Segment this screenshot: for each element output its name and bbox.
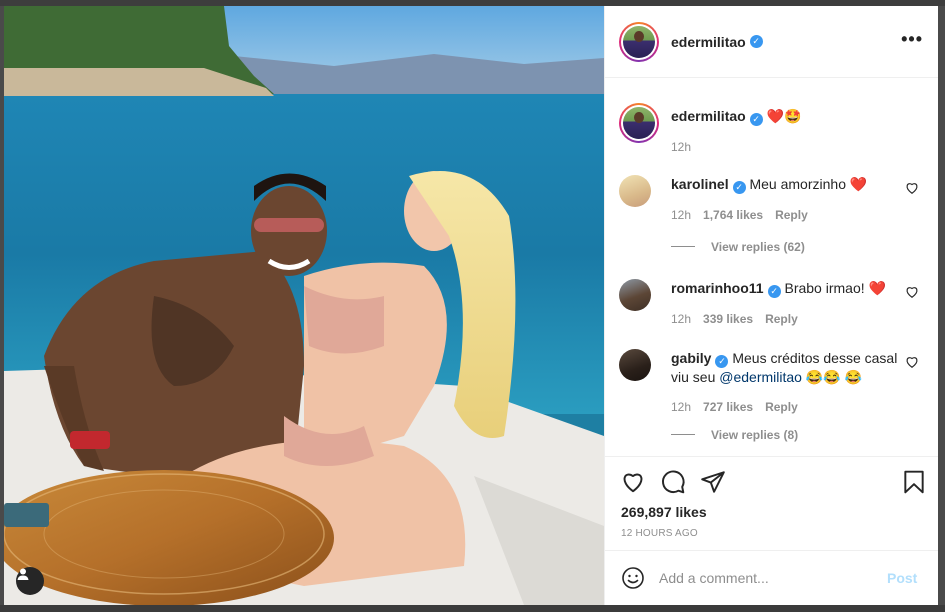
comment-time: 12h: [671, 311, 692, 326]
comment-emojis: 😂😂 😂: [801, 368, 863, 385]
comment-text: Brabo irmao! ❤️: [784, 280, 886, 296]
backdrop: [0, 605, 945, 612]
heart-icon[interactable]: [620, 469, 646, 495]
author-avatar[interactable]: [619, 103, 659, 143]
reply-button[interactable]: Reply: [775, 208, 808, 222]
caption-time: 12h: [671, 139, 692, 154]
author-avatar[interactable]: [619, 21, 659, 62]
comment-like-icon[interactable]: [905, 181, 919, 195]
verified-icon: ✓: [715, 354, 729, 368]
comment-username[interactable]: gabily: [671, 350, 711, 366]
view-replies-button[interactable]: View replies (62): [671, 240, 929, 254]
author-username[interactable]: edermilitao: [671, 34, 746, 50]
comment-likes[interactable]: 727 likes: [703, 400, 753, 414]
comment-time: 12h: [671, 207, 692, 222]
comment: romarinhoo11 ✓ Brabo irmao! ❤️ 12h 339 lik…: [619, 279, 929, 326]
comment-mention[interactable]: @edermilitao: [719, 369, 802, 385]
post-comment-button[interactable]: Post: [887, 570, 917, 586]
view-replies-button[interactable]: View replies (8): [671, 428, 929, 442]
post-modal: edermilitao ✓ ••• edermilitao✓ ❤️🤩 12h: [4, 6, 938, 605]
reply-button[interactable]: Reply: [765, 400, 798, 414]
verified-icon: ✓: [749, 112, 763, 126]
comment-likes[interactable]: 1,764 likes: [703, 208, 763, 222]
emoji-icon[interactable]: [621, 566, 645, 590]
more-icon[interactable]: •••: [901, 30, 923, 48]
comments-list: edermilitao ✓ ❤️🤩 12h karolinel ✓ Meu amor…: [605, 79, 938, 455]
bookmark-icon[interactable]: [901, 469, 927, 495]
comment-username[interactable]: romarinhoo11: [671, 280, 764, 296]
post-sidebar: edermilitao ✓ ••• edermilitao✓ ❤️🤩 12h: [604, 6, 938, 605]
commenter-avatar[interactable]: [619, 175, 651, 207]
comment-time: 12h: [671, 399, 692, 414]
commenter-avatar[interactable]: [619, 279, 651, 311]
comment-likes[interactable]: 339 likes: [703, 312, 753, 326]
scroll-fade: [605, 447, 938, 455]
photo-illustration: [4, 6, 604, 605]
post-actions: 269,897 likes 12 HOURS AGO: [605, 456, 938, 550]
comment: karolinel ✓ Meu amorzinho ❤️ 12h 1,764 lik…: [619, 175, 929, 254]
post-photo[interactable]: [4, 6, 604, 605]
user-tag-button[interactable]: [16, 567, 44, 595]
reply-button[interactable]: Reply: [765, 312, 798, 326]
verified-icon: ✓: [749, 35, 763, 48]
add-comment-input[interactable]: [659, 570, 879, 586]
comment-icon[interactable]: [660, 469, 686, 495]
comment-username[interactable]: karolinel: [671, 176, 729, 192]
comment-like-icon[interactable]: [905, 355, 919, 369]
post-header: edermilitao ✓ •••: [605, 6, 938, 78]
post-timestamp: 12 HOURS AGO: [621, 528, 698, 539]
comment-like-icon[interactable]: [905, 285, 919, 299]
like-count[interactable]: 269,897 likes: [621, 504, 707, 520]
commenter-avatar[interactable]: [619, 349, 651, 381]
caption-text: ❤️🤩: [766, 108, 802, 124]
caption: edermilitao ✓ ❤️🤩 12h: [619, 99, 929, 154]
add-comment-bar: Post: [605, 550, 938, 605]
comment: gabily ✓ Meus créditos desse casal viu se…: [619, 349, 929, 442]
comment-text: Meu amorzinho ❤️: [749, 176, 868, 192]
share-icon[interactable]: [700, 469, 726, 495]
verified-icon: ✓: [732, 180, 746, 194]
caption-username[interactable]: edermilitao: [671, 108, 746, 124]
user-tag-icon: [17, 568, 29, 580]
verified-icon: ✓: [767, 284, 781, 298]
